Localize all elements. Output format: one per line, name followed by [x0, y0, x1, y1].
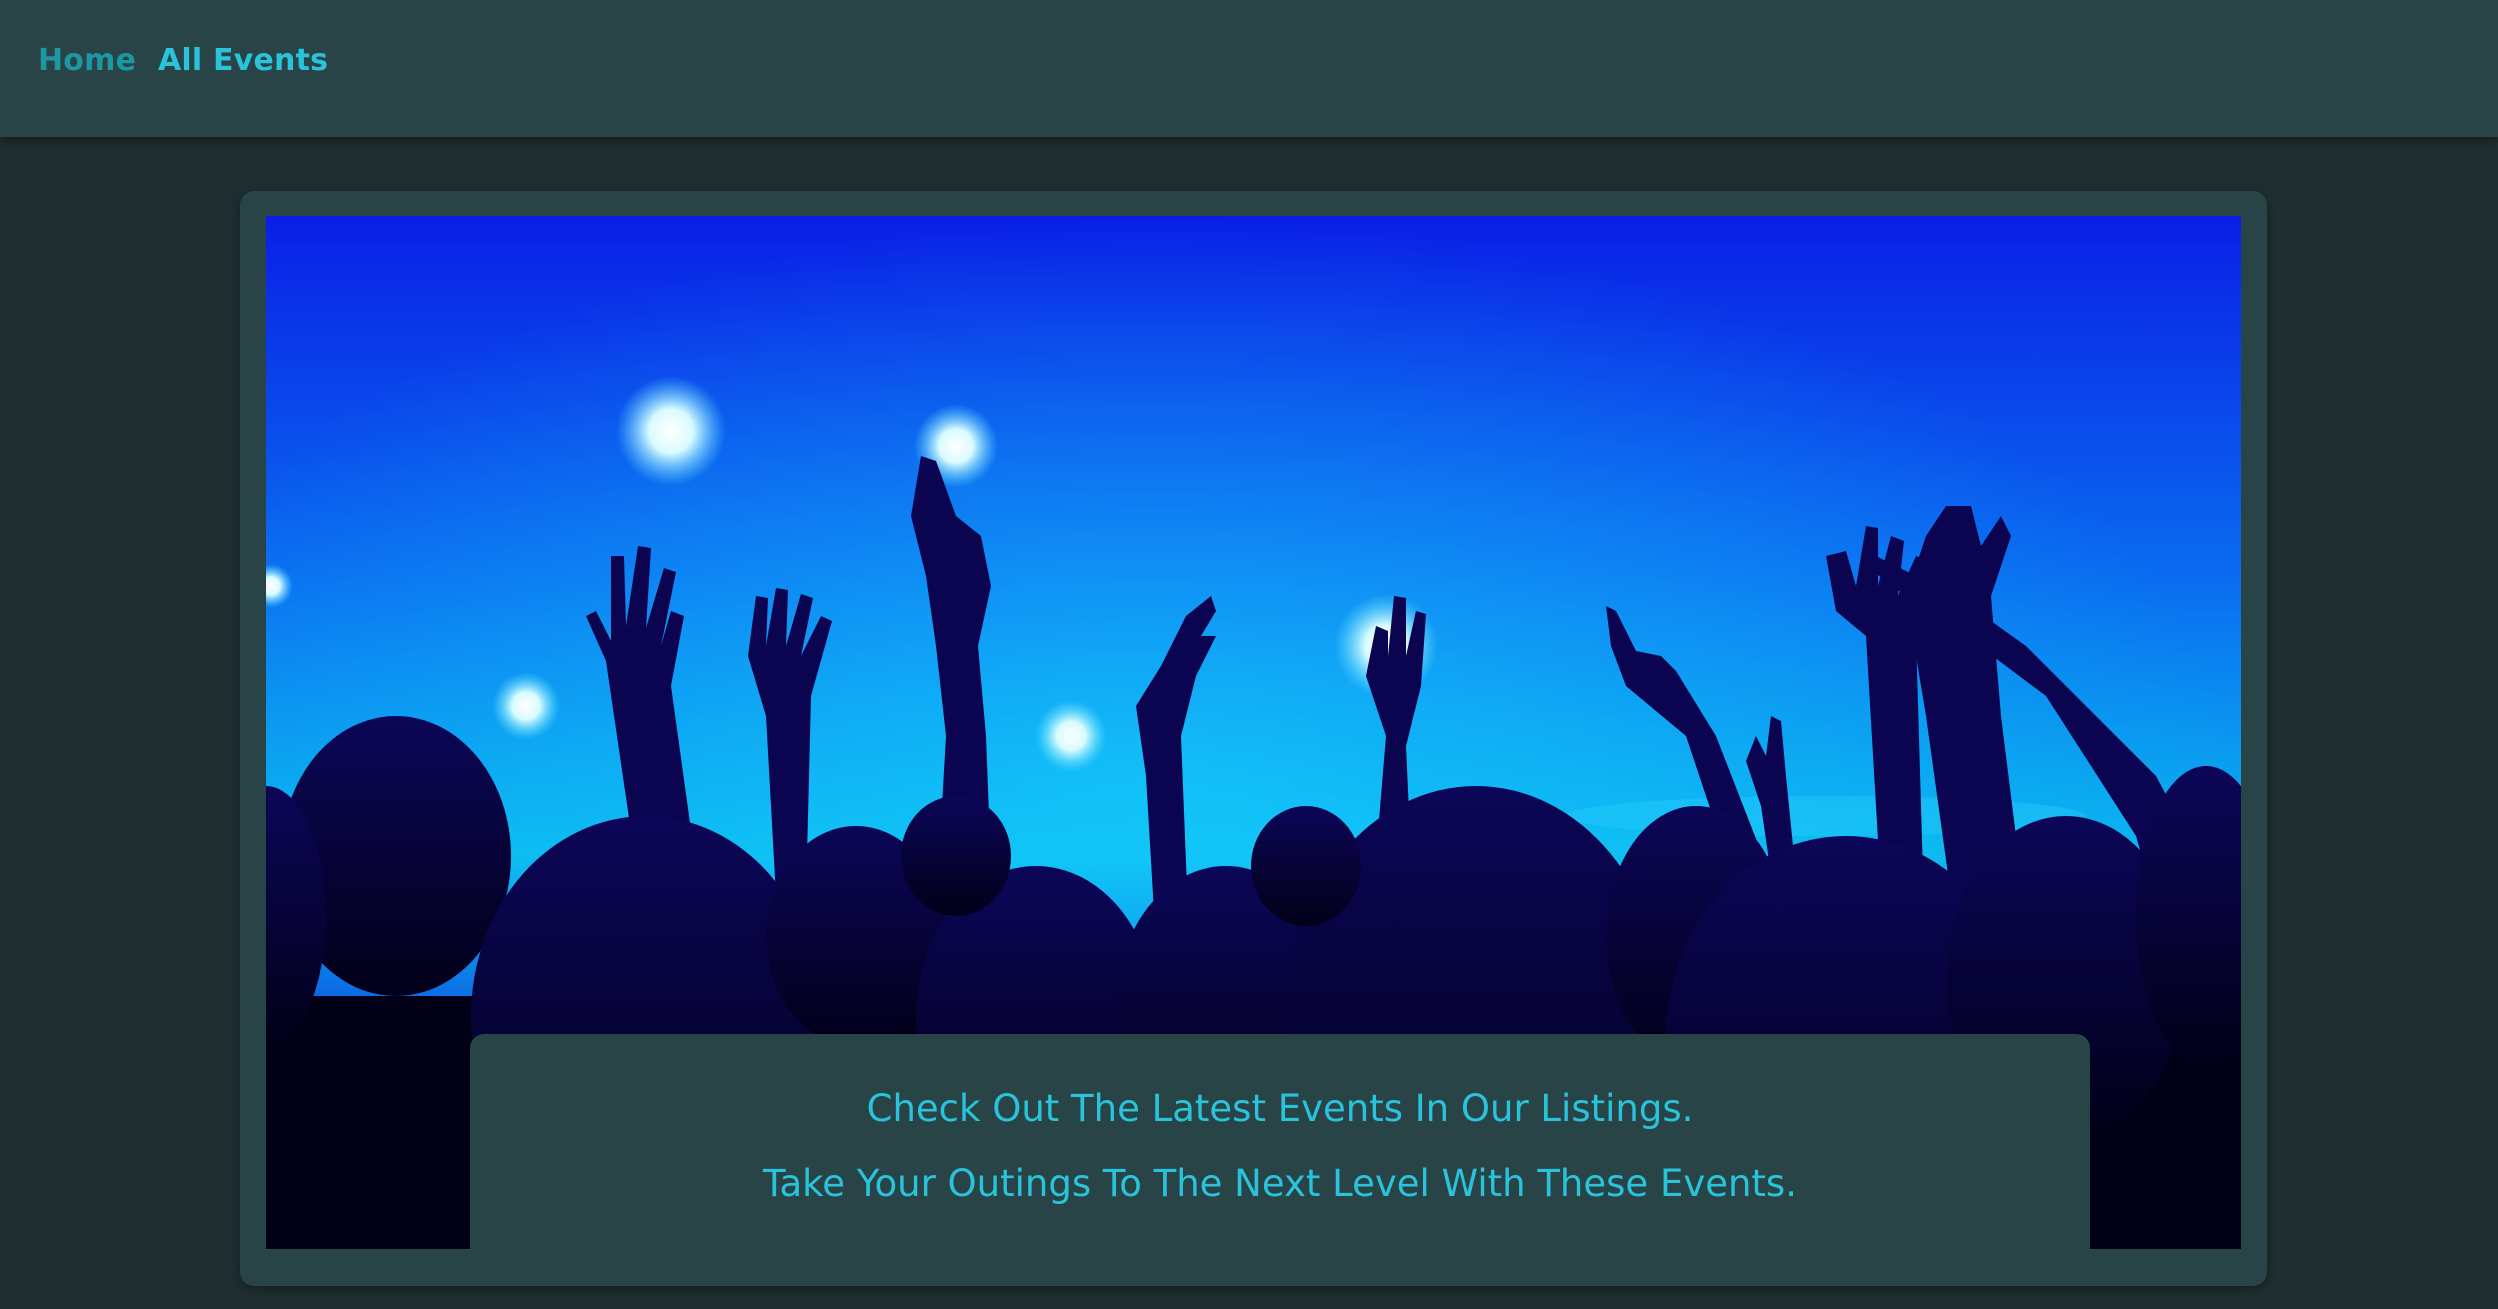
- hero-caption-line-1: Check Out The Latest Events In Our Listi…: [866, 1087, 1694, 1130]
- top-navbar: Home All Events: [0, 0, 2498, 137]
- hero-caption-box: Check Out The Latest Events In Our Listi…: [470, 1034, 2090, 1249]
- nav-home-link[interactable]: Home: [38, 43, 136, 78]
- nav-all-events-link[interactable]: All Events: [158, 43, 328, 78]
- hero-image: Check Out The Latest Events In Our Listi…: [266, 216, 2241, 1249]
- hero-card: Check Out The Latest Events In Our Listi…: [240, 191, 2267, 1286]
- hero-caption-line-2: Take Your Outings To The Next Level With…: [763, 1162, 1797, 1205]
